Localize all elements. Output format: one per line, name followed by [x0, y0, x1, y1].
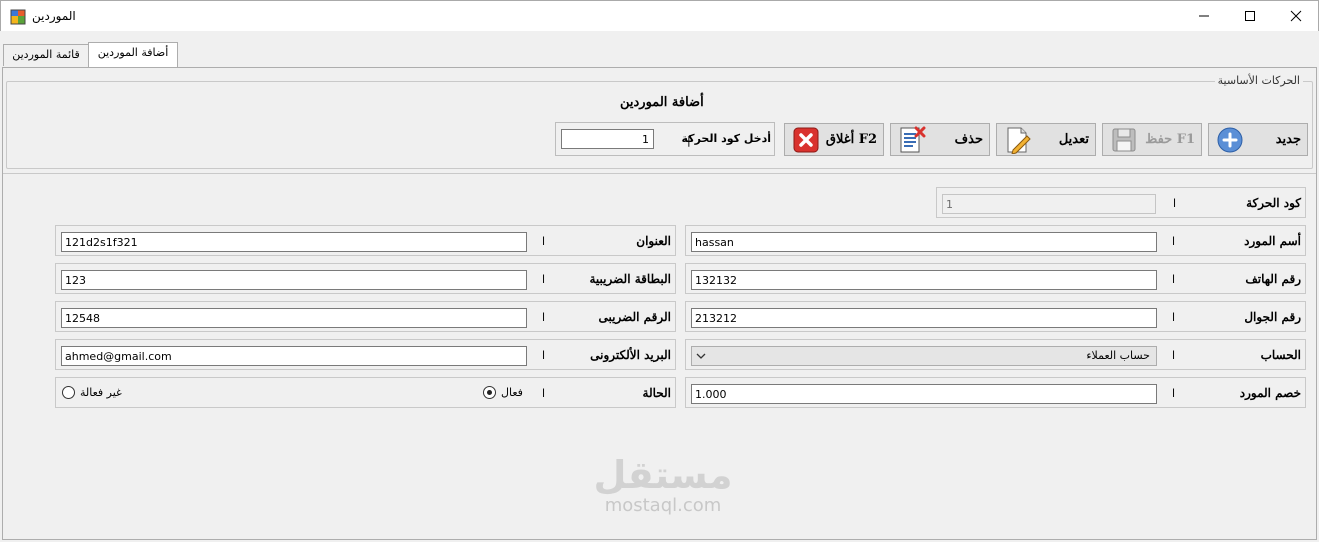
status-field: غير فعالة فعال ا الحالة [55, 377, 676, 408]
delete-button[interactable]: حذف [890, 123, 990, 156]
separator: ا [1172, 387, 1176, 400]
email-field: ا البريد الألكترونى [55, 339, 676, 370]
separator: ا [1173, 197, 1177, 210]
separator: ا [1172, 273, 1176, 286]
address-field: ا العنوان [55, 225, 676, 256]
tax-card-input[interactable] [61, 270, 527, 290]
address-input[interactable] [61, 232, 527, 252]
mobile-field: ا رقم الجوال [685, 301, 1306, 332]
supplier-discount-input[interactable] [691, 384, 1157, 404]
minimize-icon [1199, 15, 1209, 17]
supplier-name-field: ا أسم المورد [685, 225, 1306, 256]
tab-add-supplier[interactable]: أضافة الموردين [88, 42, 178, 67]
new-button-label: جديد [1275, 132, 1301, 147]
separator: ا [1172, 349, 1176, 362]
tax-number-field: ا الرقم الضريبى [55, 301, 676, 332]
status-inactive-label: غير فعالة [80, 386, 122, 399]
maximize-button[interactable] [1227, 1, 1273, 31]
watermark-url: mostaql.com [604, 495, 722, 516]
account-select-value: حساب العملاء [1086, 349, 1150, 362]
phone-field: ا رقم الهاتف [685, 263, 1306, 294]
separator: ا [542, 311, 546, 324]
status-inactive-radio[interactable]: غير فعالة [62, 386, 122, 399]
radio-circle-checked [483, 386, 496, 399]
account-select[interactable]: حساب العملاء [691, 346, 1157, 366]
code-label: أدخل كود الحركة [681, 132, 772, 145]
status-label: الحالة [642, 386, 671, 400]
watermark-logo: مستقل [593, 453, 733, 497]
floppy-disk-icon [1109, 126, 1139, 154]
tax-number-label: الرقم الضريبى [598, 310, 672, 324]
tax-number-input[interactable] [61, 308, 527, 328]
separator: ا [542, 273, 546, 286]
edit-button[interactable]: تعديل [996, 123, 1096, 156]
code-entry-box: | أدخل كود الحركة [555, 122, 775, 156]
separator: ا [542, 387, 546, 400]
app-icon [10, 9, 26, 25]
transaction-code-label: كود الحركة [1246, 196, 1301, 210]
save-button[interactable]: حفظ F1 [1102, 123, 1202, 156]
separator: ا [542, 235, 546, 248]
mobile-input[interactable] [691, 308, 1157, 328]
separator: ا [1172, 311, 1176, 324]
group-legend: الحركات الأساسية [1214, 74, 1303, 87]
close-button[interactable]: أغلاق F2 [784, 123, 884, 156]
delete-button-label: حذف [954, 132, 983, 147]
supplier-discount-label: خصم المورد [1239, 386, 1301, 400]
edit-document-icon [1003, 126, 1033, 154]
transaction-code-input [942, 194, 1156, 214]
tab-suppliers-list[interactable]: قائمة الموردين [3, 44, 89, 66]
section-divider [3, 173, 1316, 174]
watermark: مستقل mostaql.com [588, 455, 738, 516]
delete-document-icon [897, 126, 927, 154]
tab-bar: قائمة الموردين أضافة الموردين [0, 31, 1319, 68]
title-bar: الموردين [0, 0, 1319, 31]
email-label: البريد الألكترونى [590, 348, 671, 362]
code-input[interactable] [561, 129, 654, 149]
supplier-name-input[interactable] [691, 232, 1157, 252]
edit-button-label: تعديل [1058, 132, 1089, 147]
separator: ا [1172, 235, 1176, 248]
minimize-button[interactable] [1181, 1, 1227, 31]
close-button-label: أغلاق F2 [825, 132, 877, 147]
status-active-radio[interactable]: فعال [483, 386, 523, 399]
account-field: حساب العملاء ا الحساب [685, 339, 1306, 370]
separator: ا [542, 349, 546, 362]
phone-label: رقم الهاتف [1245, 272, 1301, 286]
close-icon [1290, 10, 1302, 22]
tax-card-field: ا البطاقة الضريبية [55, 263, 676, 294]
close-window-button[interactable] [1273, 1, 1319, 31]
page-title: أضافة الموردين [620, 95, 704, 110]
address-label: العنوان [636, 234, 671, 248]
window-title: الموردين [32, 9, 76, 23]
tax-card-label: البطاقة الضريبية [589, 272, 672, 286]
radio-circle [62, 386, 75, 399]
plus-circle-icon [1215, 126, 1245, 154]
save-button-label: حفظ F1 [1145, 132, 1195, 147]
transaction-code-field: ا كود الحركة [936, 187, 1306, 218]
new-button[interactable]: جديد [1208, 123, 1308, 156]
maximize-icon [1245, 11, 1255, 21]
red-x-icon [791, 126, 821, 154]
email-input[interactable] [61, 346, 527, 366]
status-active-label: فعال [501, 386, 523, 399]
supplier-discount-field: ا خصم المورد [685, 377, 1306, 408]
supplier-name-label: أسم المورد [1244, 234, 1301, 248]
chevron-down-icon [696, 347, 706, 371]
account-label: الحساب [1260, 348, 1301, 362]
phone-input[interactable] [691, 270, 1157, 290]
mobile-label: رقم الجوال [1244, 310, 1301, 324]
